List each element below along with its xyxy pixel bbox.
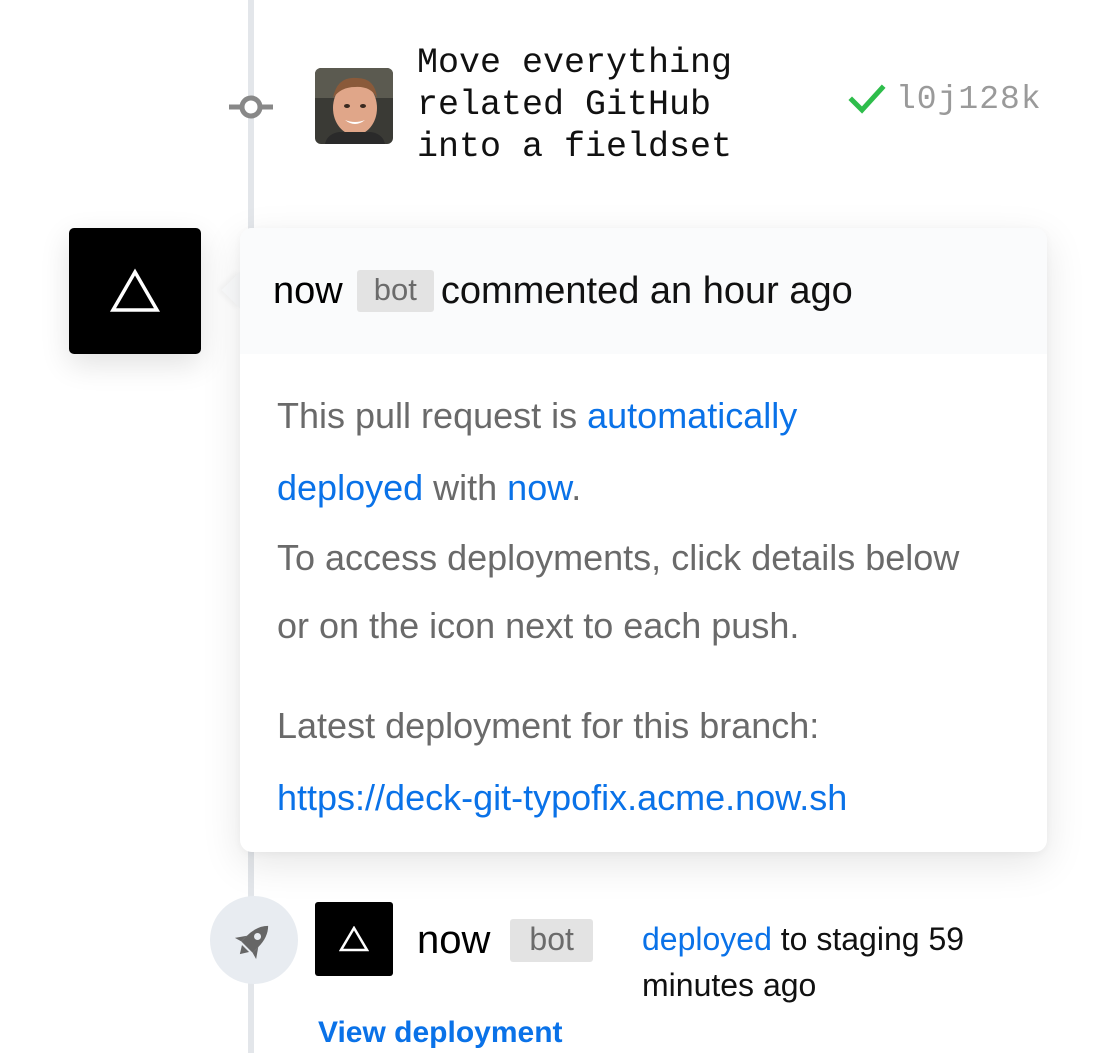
deploy-author-avatar[interactable]	[315, 902, 393, 976]
latest-deployment-label: Latest deployment for this branch:	[277, 705, 820, 746]
bot-badge: bot	[510, 919, 593, 962]
comment-author-avatar[interactable]	[69, 228, 201, 354]
now-logo-icon	[109, 268, 161, 312]
bot-badge: bot	[356, 270, 434, 312]
deploy-author-name[interactable]: now	[417, 918, 490, 963]
commit-message[interactable]: Move everything related GitHub into a fi…	[417, 42, 817, 168]
commit-node-icon	[229, 94, 273, 120]
deployment-url-link[interactable]: https://deck-git-typofix.acme.now.sh	[277, 777, 847, 818]
now-link[interactable]: now	[507, 467, 571, 508]
view-deployment-button[interactable]: View deployment	[318, 1016, 563, 1050]
comment-card: now bot commented an hour ago This pull …	[240, 228, 1047, 852]
comment-author-name[interactable]: now	[273, 270, 343, 313]
comment-text: with	[423, 467, 508, 508]
check-icon	[848, 84, 886, 114]
comment-paragraph-3: Latest deployment for this branch: https…	[277, 690, 1010, 834]
deploy-event-badge	[210, 896, 298, 984]
comment-paragraph-1: This pull request is automatically deplo…	[277, 380, 917, 524]
rocket-icon	[234, 925, 269, 960]
commit-sha[interactable]: l0j128k	[896, 81, 1042, 118]
deploy-event-text: deployed to staging 59 minutes ago	[642, 916, 1022, 1008]
comment-text: .	[571, 467, 582, 508]
comment-paragraph-2: To access deployments, click details bel…	[277, 537, 960, 646]
deployed-link[interactable]: deployed	[642, 921, 772, 957]
comment-text: This pull request is	[277, 395, 588, 436]
deploy-author: now bot	[417, 918, 600, 963]
commit-author-avatar[interactable]	[315, 68, 393, 144]
comment-header: now bot commented an hour ago	[240, 228, 1047, 354]
pull-request-timeline: Move everything related GitHub into a fi…	[0, 0, 1112, 1053]
comment-timestamp: commented an hour ago	[440, 269, 853, 312]
now-logo-icon	[339, 926, 369, 952]
comment-body: This pull request is automatically deplo…	[240, 354, 1047, 852]
commit-status[interactable]: l0j128k	[848, 80, 1042, 118]
